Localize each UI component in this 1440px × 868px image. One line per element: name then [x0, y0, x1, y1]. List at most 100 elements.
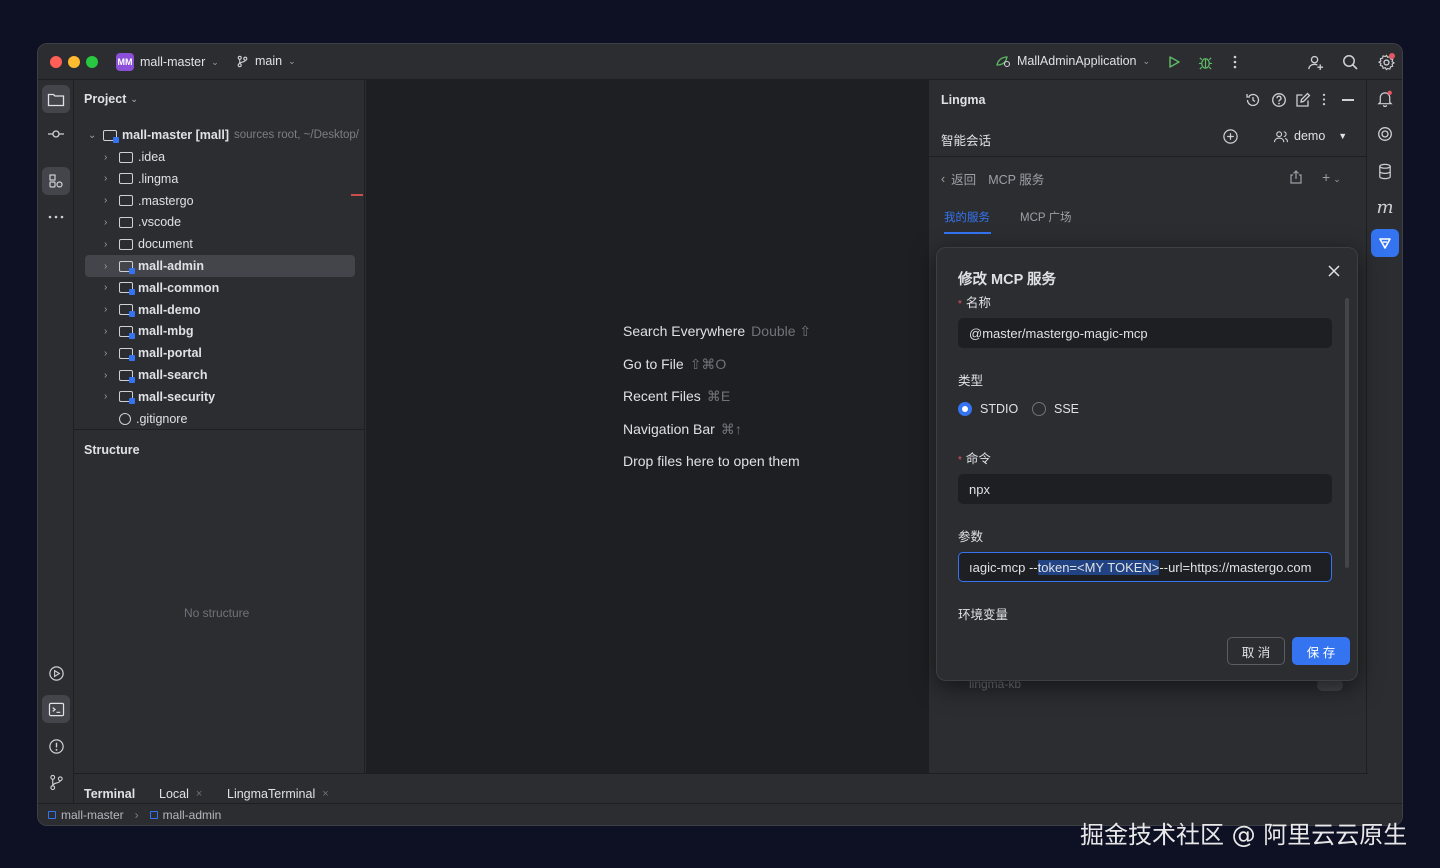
- tab-underline: [944, 232, 991, 234]
- branch-switcher[interactable]: main ⌄: [236, 54, 296, 68]
- settings-gear-icon[interactable]: [1377, 53, 1395, 71]
- save-button[interactable]: 保 存: [1292, 637, 1350, 665]
- project-tool-button[interactable]: [42, 85, 70, 113]
- close-tab-icon[interactable]: ×: [196, 788, 202, 800]
- chevron-right-icon[interactable]: ›: [104, 195, 114, 206]
- chevron-right-icon[interactable]: ›: [104, 282, 114, 293]
- module-folder-icon: [119, 347, 135, 361]
- args-text-before: ıagic-mcp --: [969, 559, 1038, 575]
- chevron-right-icon[interactable]: ›: [104, 370, 114, 381]
- chevron-right-icon[interactable]: ›: [104, 152, 114, 163]
- breadcrumb-item-project[interactable]: mall-master: [61, 808, 124, 822]
- chevron-right-icon[interactable]: ›: [104, 326, 114, 337]
- debug-icon[interactable]: [1196, 53, 1214, 71]
- run-icon[interactable]: [1165, 53, 1183, 71]
- maven-icon[interactable]: m: [1371, 193, 1399, 221]
- tree-item[interactable]: › .lingma: [104, 168, 178, 190]
- tree-item[interactable]: › mall-security: [104, 386, 215, 408]
- editor-hint-label[interactable]: Navigation Bar: [623, 421, 715, 437]
- services-tool-button[interactable]: [42, 659, 70, 687]
- chevron-right-icon[interactable]: ›: [104, 239, 114, 250]
- commit-tool-button[interactable]: [42, 120, 70, 148]
- terminal-tab[interactable]: Terminal: [84, 787, 135, 801]
- editor-hint-label[interactable]: Search Everywhere: [623, 323, 745, 339]
- export-icon[interactable]: [1289, 170, 1303, 184]
- tree-item[interactable]: › .vscode: [104, 211, 181, 233]
- terminal-tool-button[interactable]: [42, 695, 70, 723]
- tree-item[interactable]: › mall-search: [104, 364, 207, 386]
- folder-icon: [119, 173, 133, 185]
- problems-tool-button[interactable]: [42, 732, 70, 760]
- tree-item[interactable]: › mall-common: [104, 277, 219, 299]
- more-options-icon[interactable]: [1322, 93, 1326, 106]
- chevron-right-icon[interactable]: ›: [104, 261, 114, 272]
- args-field[interactable]: ıagic-mcp -- token=<MY TOKEN> --url=http…: [958, 552, 1332, 582]
- lingma-icon[interactable]: [1371, 229, 1399, 257]
- caret-down-icon: ▼: [1338, 131, 1348, 141]
- notifications-icon[interactable]: [1371, 84, 1399, 112]
- tree-root-row[interactable]: ⌄ mall-master [mall] sources root, ~/Des…: [88, 124, 359, 146]
- name-field[interactable]: @master/mastergo-magic-mcp: [958, 318, 1332, 348]
- chevron-right-icon[interactable]: ›: [104, 348, 114, 359]
- search-icon[interactable]: [1341, 53, 1359, 71]
- tree-item-label: mall-mbg: [138, 324, 194, 339]
- chevron-right-icon[interactable]: ›: [104, 217, 114, 228]
- chevron-right-icon[interactable]: ›: [104, 391, 114, 402]
- chevron-right-icon[interactable]: ›: [104, 304, 114, 315]
- close-window-button[interactable]: [50, 56, 62, 68]
- type-radio-sse[interactable]: SSE: [1032, 402, 1079, 416]
- users-icon: [1273, 130, 1289, 143]
- database-icon[interactable]: [1371, 157, 1399, 185]
- run-config-selector[interactable]: MallAdminApplication ⌄: [995, 54, 1150, 68]
- back-link[interactable]: ‹ 返回 MCP 服务: [941, 169, 1044, 188]
- project-name: mall-master: [140, 55, 206, 69]
- command-field[interactable]: npx: [958, 474, 1332, 504]
- project-switcher[interactable]: MM mall-master ⌄: [116, 53, 219, 71]
- add-user-icon[interactable]: [1306, 53, 1324, 71]
- module-folder-icon: [103, 129, 119, 143]
- help-icon[interactable]: [1271, 92, 1287, 108]
- tree-root-note: sources root, ~/Desktop/: [233, 129, 359, 141]
- type-radio-stdio[interactable]: STDIO: [958, 402, 1018, 416]
- tree-item[interactable]: .gitignore: [104, 408, 187, 430]
- lingma-terminal-tab-label: LingmaTerminal: [227, 787, 316, 801]
- close-tab-icon[interactable]: ×: [322, 788, 328, 800]
- editor-hint-label[interactable]: Drop files here to open them: [623, 453, 800, 469]
- tree-item[interactable]: › mall-mbg: [104, 320, 194, 342]
- tab-mcp-plaza[interactable]: MCP 广场: [1020, 209, 1072, 225]
- history-icon[interactable]: [1245, 92, 1261, 108]
- lingma-terminal-tab[interactable]: LingmaTerminal ×: [227, 787, 329, 801]
- project-panel-header[interactable]: Project ⌄: [84, 92, 138, 106]
- zoom-window-button[interactable]: [86, 56, 98, 68]
- tree-item[interactable]: › mall-portal: [104, 342, 202, 364]
- add-service-icon[interactable]: + ⌄: [1322, 169, 1341, 185]
- tab-my-services[interactable]: 我的服务: [944, 209, 990, 225]
- more-actions-icon[interactable]: [1226, 53, 1244, 71]
- local-tab[interactable]: Local ×: [159, 787, 202, 801]
- tree-item[interactable]: › mall-admin: [85, 255, 355, 277]
- git-tool-button[interactable]: [42, 768, 70, 796]
- minimize-panel-icon[interactable]: [1342, 99, 1354, 101]
- user-selector[interactable]: demo ▼: [1273, 129, 1347, 143]
- editor-hint-label[interactable]: Recent Files: [623, 388, 701, 404]
- tree-item[interactable]: › .mastergo: [104, 190, 194, 212]
- tree-item[interactable]: › .idea: [104, 146, 165, 168]
- minimize-window-button[interactable]: [68, 56, 80, 68]
- folder-icon: [119, 195, 133, 207]
- structure-tool-button[interactable]: [42, 167, 70, 195]
- close-icon[interactable]: [1328, 265, 1340, 277]
- dialog-scrollbar[interactable]: [1345, 298, 1349, 568]
- name-label-row: * 名称: [958, 296, 991, 310]
- breadcrumb-item-module[interactable]: mall-admin: [163, 808, 222, 822]
- local-tab-label: Local: [159, 787, 189, 801]
- ai-assistant-icon[interactable]: [1371, 120, 1399, 148]
- chevron-right-icon[interactable]: ›: [104, 173, 114, 184]
- editor-hint-label[interactable]: Go to File: [623, 356, 684, 372]
- edit-icon[interactable]: [1295, 92, 1311, 108]
- type-label: 类型: [958, 374, 984, 388]
- new-chat-icon[interactable]: [1222, 128, 1239, 145]
- tree-item[interactable]: › document: [104, 233, 193, 255]
- cancel-button[interactable]: 取 消: [1227, 637, 1285, 665]
- more-tools-icon[interactable]: [42, 203, 70, 231]
- tree-item[interactable]: › mall-demo: [104, 299, 201, 321]
